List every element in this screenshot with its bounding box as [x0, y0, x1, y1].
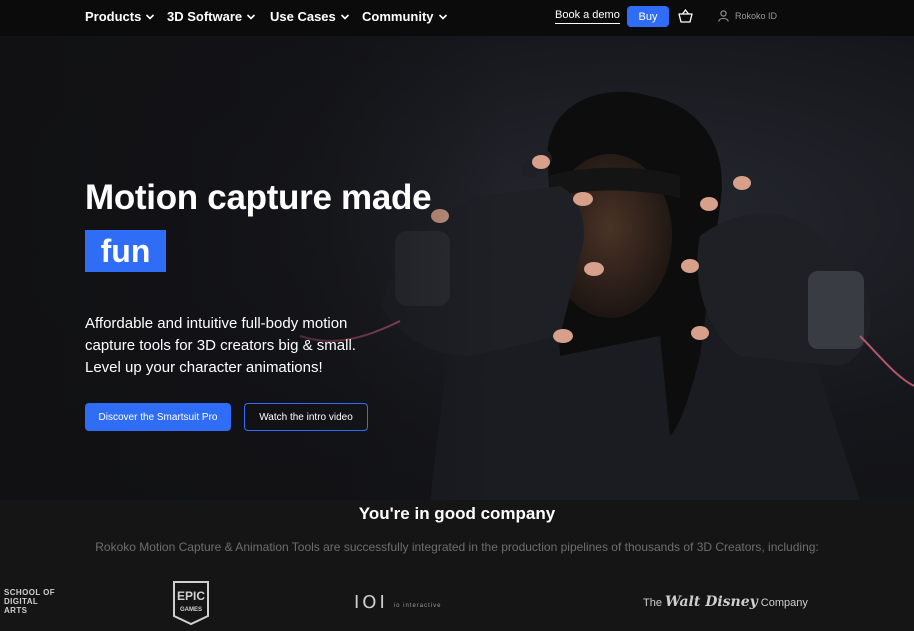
watch-intro-video-button[interactable]: Watch the intro video: [244, 403, 368, 431]
nav-use-cases[interactable]: Use Cases: [270, 9, 350, 24]
chevron-down-icon: [438, 13, 447, 20]
nav-community[interactable]: Community: [362, 9, 448, 24]
io-interactive-logo: IOI io interactive: [354, 592, 441, 613]
logo-mark: IOI: [354, 592, 388, 613]
company-section: You're in good company Rokoko Motion Cap…: [0, 500, 914, 631]
logo-text: EPIC: [177, 589, 205, 603]
nav-label: 3D Software: [167, 9, 243, 24]
chevron-down-icon: [146, 13, 155, 20]
book-demo-link[interactable]: Book a demo: [555, 9, 620, 24]
top-navigation: Products 3D Software Use Cases Community…: [0, 0, 914, 36]
subcopy-line: Affordable and intuitive full-body motio…: [85, 315, 348, 332]
company-subtitle: Rokoko Motion Capture & Animation Tools …: [95, 540, 819, 554]
walt-disney-company-logo: The Walt Disney Company: [643, 594, 808, 610]
chevron-down-icon: [247, 13, 256, 20]
chevron-down-icon: [340, 13, 349, 20]
user-icon: [718, 10, 729, 22]
school-of-digital-arts-logo: SCHOOL OF DIGITAL ARTS: [4, 588, 55, 615]
logo-text: SCHOOL OF: [4, 588, 56, 597]
hero-subcopy: Affordable and intuitive full-body motio…: [85, 313, 385, 379]
subcopy-line: capture tools for 3D creators big & smal…: [85, 337, 356, 354]
nav-label: Community: [362, 9, 434, 24]
nav-label: Use Cases: [270, 9, 336, 24]
basket-icon[interactable]: [678, 9, 693, 23]
company-title: You're in good company: [358, 504, 556, 523]
nav-label: Products: [85, 9, 142, 24]
logo-text: Walt Disney: [664, 594, 758, 610]
logo-text: DIGITAL: [4, 597, 39, 606]
discover-smartsuit-button[interactable]: Discover the Smartsuit Pro: [85, 403, 231, 431]
logo-text: Company: [760, 597, 808, 609]
logo-text: GAMES: [180, 607, 202, 613]
logo-text: ARTS: [4, 606, 28, 615]
logo-text: The: [643, 597, 662, 609]
account-link[interactable]: Rokoko ID: [735, 11, 777, 21]
logo-text: io interactive: [393, 602, 442, 609]
nav-products[interactable]: Products: [85, 9, 155, 24]
nav-3d-software[interactable]: 3D Software: [167, 9, 256, 24]
epic-games-logo: EPIC GAMES: [173, 581, 209, 626]
hero-highlight: fun: [85, 230, 166, 272]
hero-headline: Motion capture made: [85, 178, 432, 217]
subcopy-line: Level up your character animations!: [85, 359, 323, 376]
buy-button[interactable]: Buy: [627, 6, 669, 27]
